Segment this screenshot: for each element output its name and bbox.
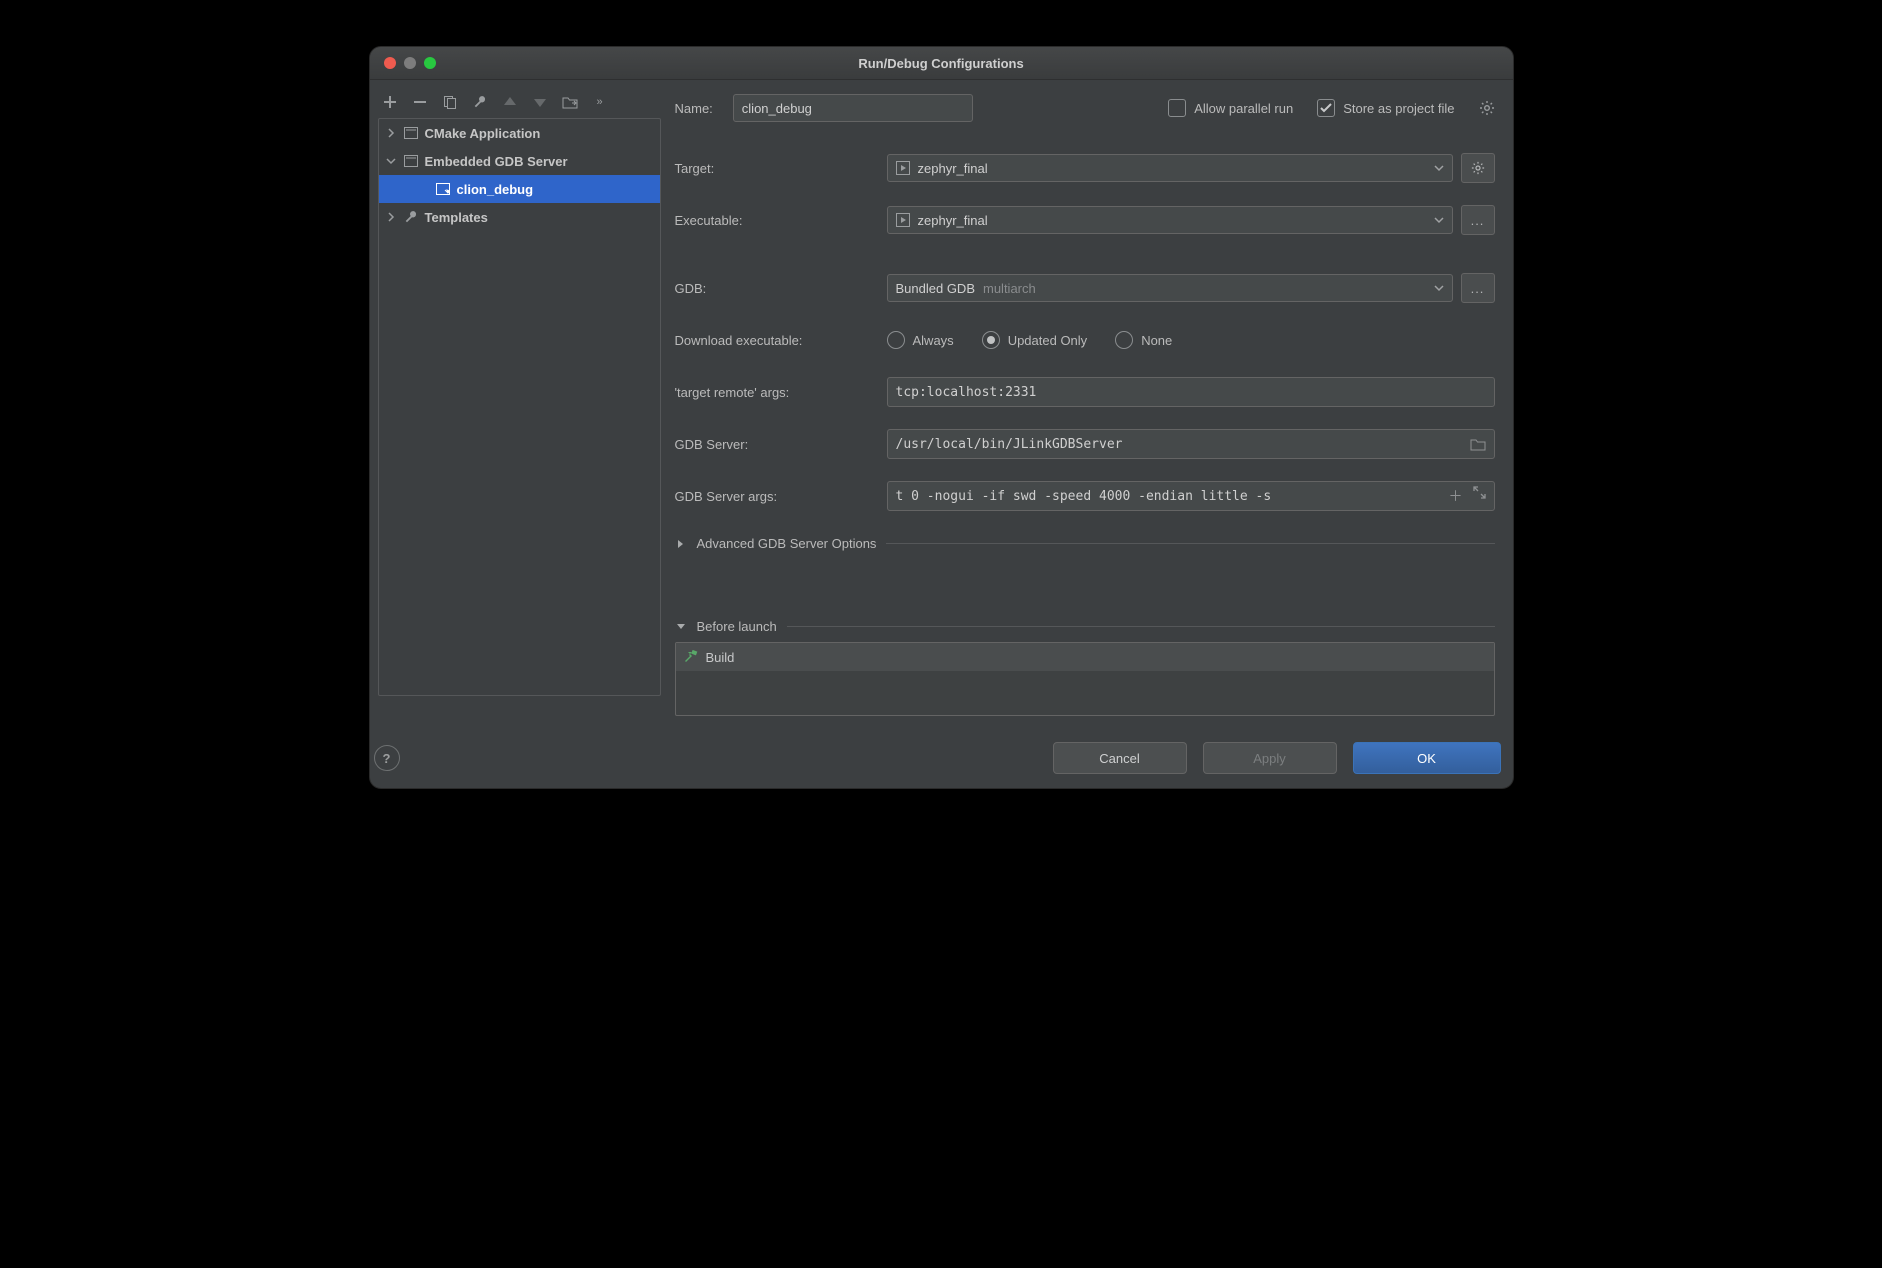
- cancel-button[interactable]: Cancel: [1053, 742, 1187, 774]
- config-tree: CMake Application Embedded GDB Server: [378, 118, 661, 696]
- chevron-right-icon: [385, 128, 397, 138]
- executable-select[interactable]: zephyr_final: [887, 206, 1453, 234]
- ok-button[interactable]: OK: [1353, 742, 1501, 774]
- sidebar-toolbar: »: [378, 88, 661, 118]
- remote-args-label: 'target remote' args:: [675, 385, 887, 400]
- run-debug-dialog: Run/Debug Configurations »: [369, 46, 1514, 789]
- folder-icon[interactable]: [1470, 438, 1486, 451]
- download-none-radio[interactable]: None: [1115, 331, 1172, 349]
- tree-group-cmake[interactable]: CMake Application: [379, 119, 660, 147]
- move-up-icon[interactable]: [502, 94, 518, 110]
- target-select[interactable]: zephyr_final: [887, 154, 1453, 182]
- before-launch-list[interactable]: Build: [675, 642, 1495, 716]
- tree-group-gdb[interactable]: Embedded GDB Server: [379, 147, 660, 175]
- chevron-down-icon: [1434, 283, 1444, 293]
- executable-browse-button[interactable]: ...: [1461, 205, 1495, 235]
- tree-label: clion_debug: [457, 182, 534, 197]
- gear-icon[interactable]: [1479, 100, 1495, 116]
- hammer-icon: [684, 650, 698, 664]
- copy-icon[interactable]: [442, 94, 458, 110]
- download-always-radio[interactable]: Always: [887, 331, 954, 349]
- name-label: Name:: [675, 101, 713, 116]
- help-button[interactable]: ?: [374, 745, 400, 771]
- target-icon: [896, 213, 910, 227]
- chevron-down-icon: [1434, 163, 1444, 173]
- wrench-icon: [403, 209, 419, 225]
- folder-move-icon[interactable]: [562, 94, 578, 110]
- executable-label: Executable:: [675, 213, 887, 228]
- radio-icon: [982, 331, 1000, 349]
- run-config-icon: [435, 181, 451, 197]
- download-updated-radio[interactable]: Updated Only: [982, 331, 1088, 349]
- tree-label: Templates: [425, 210, 488, 225]
- tree-label: CMake Application: [425, 126, 541, 141]
- window-title: Run/Debug Configurations: [370, 56, 1513, 71]
- gdb-select[interactable]: Bundled GDB multiarch: [887, 274, 1453, 302]
- chevron-down-icon: [1434, 215, 1444, 225]
- gdbargs-input[interactable]: t 0 -nogui -if swd -speed 4000 -endian l…: [887, 481, 1495, 511]
- more-icon[interactable]: »: [592, 94, 608, 110]
- chevron-right-icon: [675, 538, 687, 550]
- target-settings-button[interactable]: [1461, 153, 1495, 183]
- remote-args-input[interactable]: tcp:localhost:2331: [887, 377, 1495, 407]
- gdb-label: GDB:: [675, 281, 887, 296]
- chevron-right-icon: [385, 212, 397, 222]
- target-label: Target:: [675, 161, 887, 176]
- tree-item-clion-debug[interactable]: clion_debug: [379, 175, 660, 203]
- chevron-down-icon: [675, 621, 687, 633]
- target-icon: [896, 161, 910, 175]
- remove-icon[interactable]: [412, 94, 428, 110]
- apply-button[interactable]: Apply: [1203, 742, 1337, 774]
- gdbserver-input[interactable]: /usr/local/bin/JLinkGDBServer: [887, 429, 1495, 459]
- application-icon: [403, 125, 419, 141]
- titlebar[interactable]: Run/Debug Configurations: [370, 47, 1513, 80]
- before-launch-toggle[interactable]: Before launch: [675, 619, 1495, 634]
- tree-group-templates[interactable]: Templates: [379, 203, 660, 231]
- radio-icon: [1115, 331, 1133, 349]
- advanced-toggle[interactable]: Advanced GDB Server Options: [675, 536, 1495, 551]
- store-project-checkbox[interactable]: Store as project file: [1317, 99, 1454, 117]
- move-down-icon[interactable]: [532, 94, 548, 110]
- tree-label: Embedded GDB Server: [425, 154, 568, 169]
- checkbox-icon: [1168, 99, 1186, 117]
- checkbox-icon: [1317, 99, 1335, 117]
- wrench-icon[interactable]: [472, 94, 488, 110]
- gdbargs-label: GDB Server args:: [675, 489, 887, 504]
- add-icon[interactable]: [382, 94, 398, 110]
- allow-parallel-checkbox[interactable]: Allow parallel run: [1168, 99, 1293, 117]
- expand-icon[interactable]: [1473, 486, 1486, 506]
- radio-icon: [887, 331, 905, 349]
- chevron-down-icon: [385, 156, 397, 166]
- before-launch-item[interactable]: Build: [676, 643, 1494, 671]
- add-icon[interactable]: ＋: [1449, 486, 1463, 506]
- download-label: Download executable:: [675, 333, 887, 348]
- name-input[interactable]: clion_debug: [733, 94, 973, 122]
- gdb-browse-button[interactable]: ...: [1461, 273, 1495, 303]
- gdbserver-label: GDB Server:: [675, 437, 887, 452]
- application-icon: [403, 153, 419, 169]
